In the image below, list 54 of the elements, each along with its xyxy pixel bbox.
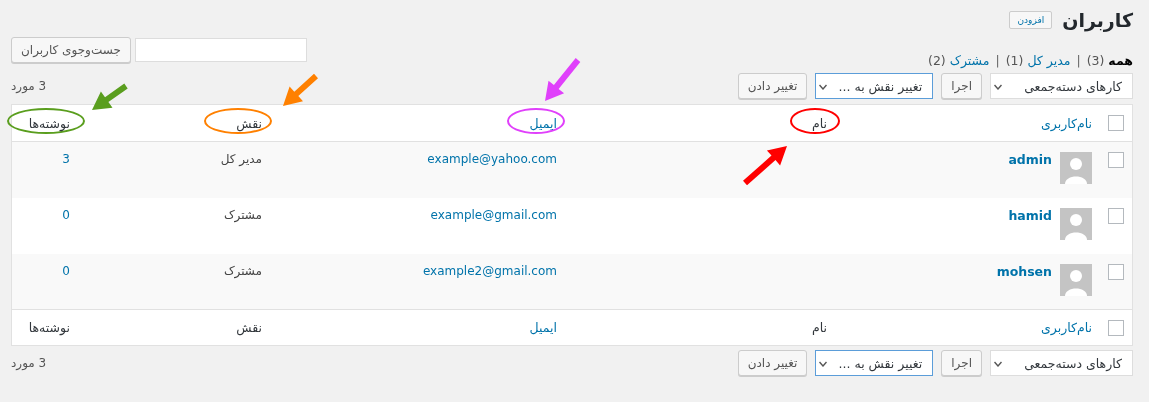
role-text: مشترک [223, 263, 262, 278]
chevron-down-icon [994, 361, 1002, 367]
posts-count-link[interactable]: 0 [62, 263, 70, 278]
apply-button[interactable]: اجرا [941, 73, 982, 99]
posts-count-link[interactable]: 0 [62, 207, 70, 222]
chevron-down-icon [994, 84, 1002, 90]
item-count: 3 مورد [11, 79, 47, 93]
chevron-down-icon [819, 84, 828, 90]
username-link[interactable]: admin [1008, 152, 1052, 167]
column-heading: نوشته‌ها [28, 320, 70, 335]
checkbox[interactable] [1108, 207, 1124, 224]
avatar-icon [1060, 207, 1092, 240]
username-link[interactable]: mohsen [996, 263, 1052, 279]
column-heading: نوشته‌ها [28, 115, 70, 131]
column-heading: نام [811, 115, 827, 131]
bulk-actions-select[interactable]: کارهای دسته‌جمعی [990, 73, 1133, 99]
add-new-button[interactable]: افزودن [1009, 11, 1053, 29]
column-heading: نقش [236, 320, 262, 335]
change-role-button[interactable]: تغییر دادن [737, 350, 808, 376]
column-heading: نقش [236, 115, 262, 131]
role-text: مدیر کل [220, 152, 262, 166]
column-heading[interactable]: ایمیل [529, 320, 557, 335]
arrow-icon [92, 83, 128, 110]
column-heading[interactable]: نام‌کاربری [1041, 320, 1092, 335]
column-heading[interactable]: نام‌کاربری [1041, 115, 1092, 131]
arrow-icon [743, 146, 787, 186]
column-heading: نام [811, 320, 827, 335]
role-select[interactable]: تغییر نقش به ... [815, 73, 934, 99]
username-link[interactable]: hamid [1008, 207, 1052, 223]
checkbox[interactable] [1108, 115, 1124, 132]
role-text: مشترک [223, 207, 262, 222]
avatar-icon [1060, 152, 1092, 184]
email-link[interactable]: example2@gmail.com [422, 263, 557, 278]
arrow-icon [283, 73, 318, 106]
arrow-icon [545, 58, 581, 101]
search-field[interactable] [134, 38, 307, 62]
avatar-icon [1060, 263, 1092, 296]
page-title: کاربران [1062, 9, 1133, 31]
item-count: 3 مورد [11, 356, 47, 370]
bulk-actions-select[interactable]: کارهای دسته‌جمعی [990, 350, 1133, 376]
checkbox[interactable] [1108, 152, 1124, 168]
separator-text: | [995, 53, 1000, 68]
search-users-button[interactable]: جست‌وجوی کاربران [11, 37, 131, 63]
role-select[interactable]: تغییر نقش به ... [815, 350, 934, 376]
apply-button[interactable]: اجرا [941, 350, 982, 376]
checkbox[interactable] [1108, 263, 1124, 280]
checkbox[interactable] [1108, 319, 1124, 336]
posts-count-link[interactable]: 3 [62, 152, 70, 166]
change-role-button[interactable]: تغییر دادن [737, 73, 808, 99]
column-heading[interactable]: ایمیل [529, 115, 557, 131]
email-link[interactable]: example@gmail.com [430, 207, 557, 222]
chevron-down-icon [819, 361, 828, 367]
email-link[interactable]: example@yahoo.com [427, 152, 557, 166]
separator-text: | [1076, 53, 1081, 68]
